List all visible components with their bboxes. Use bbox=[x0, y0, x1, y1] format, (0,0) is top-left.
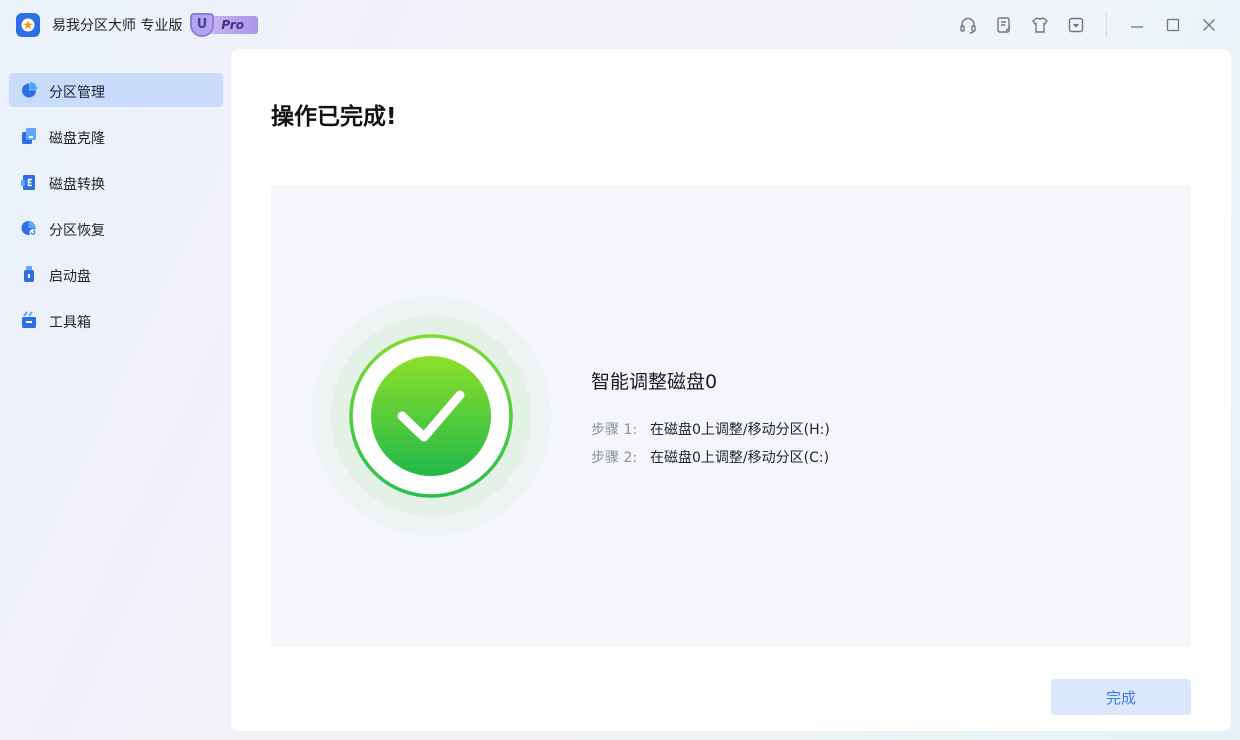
toolbox-icon bbox=[22, 311, 36, 328]
disk-clone-icon bbox=[22, 128, 36, 144]
finish-button[interactable]: 完成 bbox=[1051, 679, 1191, 715]
feedback-icon[interactable] bbox=[993, 14, 1015, 36]
step-text: 在磁盘0上调整/移动分区(H:) bbox=[650, 422, 830, 438]
partition-pie-icon bbox=[22, 81, 38, 98]
task-title: 智能调整磁盘0 bbox=[591, 371, 718, 393]
step-label: 步骤 1: bbox=[591, 422, 638, 438]
pro-badge-shield-icon: U bbox=[190, 13, 214, 37]
success-check-icon bbox=[311, 296, 551, 536]
result-panel: 智能调整磁盘0 步骤 1: 在磁盘0上调整/移动分区(H:) 步骤 2: 在磁盘0上… bbox=[271, 185, 1191, 647]
app-title: 易我分区大师 专业版 bbox=[52, 18, 183, 34]
pro-badge[interactable]: Pro U bbox=[190, 13, 258, 37]
partition-recovery-icon bbox=[21, 221, 37, 236]
sidebar-item-disk-clone[interactable]: 磁盘克隆 bbox=[9, 119, 223, 153]
sidebar-item-label: 启动盘 bbox=[49, 269, 91, 285]
title-bar: 易我分区大师 专业版 Pro U bbox=[0, 0, 1240, 50]
sidebar-item-partition-recovery[interactable]: 分区恢复 bbox=[9, 211, 223, 245]
step-label: 步骤 2: bbox=[591, 450, 638, 466]
sidebar-item-toolbox[interactable]: 工具箱 bbox=[9, 303, 223, 337]
page-title: 操作已完成! bbox=[271, 104, 397, 130]
minimize-icon[interactable] bbox=[1126, 14, 1148, 36]
step-row: 步骤 1: 在磁盘0上调整/移动分区(H:) bbox=[591, 419, 830, 439]
sidebar-item-partition-manager[interactable]: 分区管理 bbox=[9, 73, 223, 107]
close-icon[interactable] bbox=[1198, 14, 1220, 36]
main-content: 操作已完成! 智能调整磁盘0 步骤 1: 在磁盘0上调整/移动分区(H:) 步骤… bbox=[231, 49, 1231, 731]
sidebar-item-label: 磁盘克隆 bbox=[49, 131, 105, 147]
sidebar-item-label: 分区管理 bbox=[49, 85, 105, 101]
step-text: 在磁盘0上调整/移动分区(C:) bbox=[650, 450, 830, 466]
sidebar-item-label: 分区恢复 bbox=[49, 223, 105, 239]
theme-shirt-icon[interactable] bbox=[1029, 14, 1051, 36]
sidebar-item-label: 磁盘转换 bbox=[49, 177, 105, 193]
dropdown-menu-icon[interactable] bbox=[1065, 14, 1087, 36]
app-logo-icon bbox=[16, 13, 40, 37]
maximize-icon[interactable] bbox=[1162, 14, 1184, 36]
disk-convert-icon bbox=[21, 175, 35, 190]
sidebar-item-label: 工具箱 bbox=[49, 315, 91, 331]
sidebar-item-bootable-media[interactable]: 启动盘 bbox=[9, 257, 223, 291]
sidebar-item-disk-convert[interactable]: 磁盘转换 bbox=[9, 165, 223, 199]
headset-icon[interactable] bbox=[957, 14, 979, 36]
step-row: 步骤 2: 在磁盘0上调整/移动分区(C:) bbox=[591, 447, 829, 467]
bootable-usb-icon bbox=[24, 266, 34, 282]
titlebar-divider bbox=[1106, 13, 1107, 37]
